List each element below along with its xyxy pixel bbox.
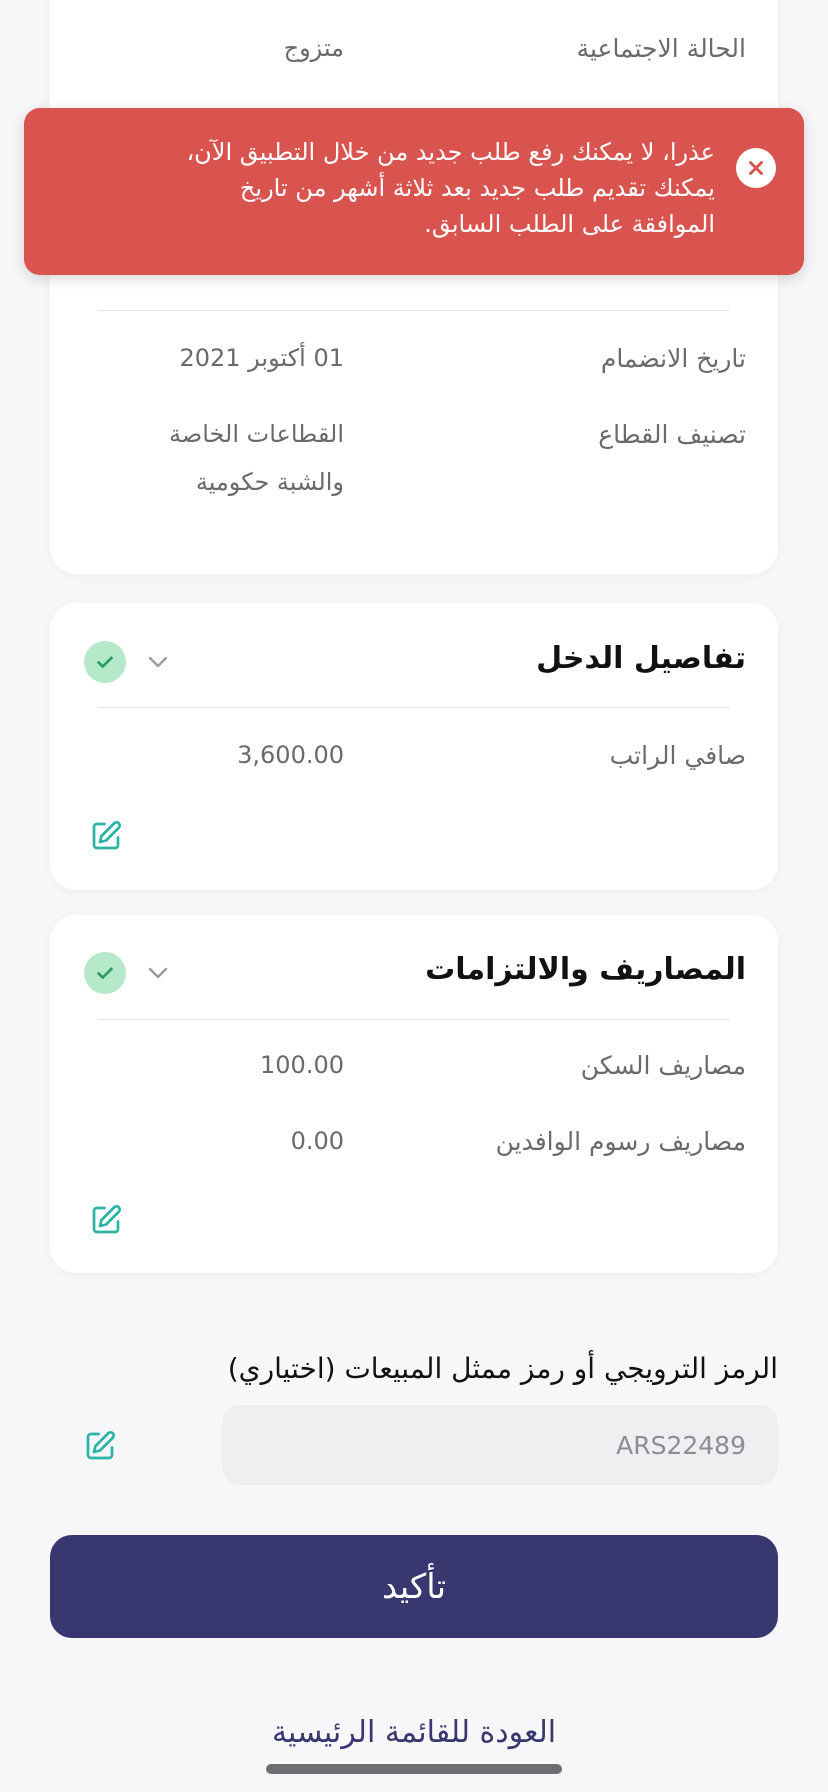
screen: الحالة الاجتماعية متزوج تاريخ الانضمام 0… (0, 0, 828, 1792)
error-toast: عذرا، لا يمكنك رفع طلب جديد من خلال التط… (24, 108, 804, 275)
net-salary-label: صافي الراتب (609, 741, 746, 770)
housing-expenses-label: مصاريف السكن (580, 1051, 746, 1080)
confirm-button[interactable]: تأكيد (50, 1535, 778, 1638)
edit-icon[interactable] (86, 816, 126, 856)
join-date-label: تاريخ الانضمام (600, 344, 746, 373)
housing-expenses-value: 100.00 (260, 1051, 344, 1079)
close-icon[interactable] (736, 148, 776, 188)
home-indicator (266, 1764, 562, 1774)
check-icon (84, 952, 126, 994)
chevron-down-icon[interactable] (146, 650, 170, 674)
expenses-card-title: المصاريف والالتزامات (425, 952, 746, 987)
net-salary-value: 3,600.00 (237, 741, 344, 769)
income-card-title: تفاصيل الدخل (536, 641, 746, 676)
error-toast-line1: عذرا، لا يمكنك رفع طلب جديد من خلال التط… (186, 138, 715, 166)
marital-status-value: متزوج (283, 34, 344, 62)
expat-fees-label: مصاريف رسوم الوافدين (495, 1127, 746, 1156)
sector-value-line2: والشبة حكومية (195, 468, 344, 496)
join-date-value: 01 أكتوبر 2021 (179, 344, 344, 372)
check-icon (84, 641, 126, 683)
error-toast-message: عذرا، لا يمكنك رفع طلب جديد من خلال التط… (155, 134, 715, 242)
sector-value-line1: القطاعات الخاصة (168, 420, 344, 448)
personal-info-card: الحالة الاجتماعية متزوج تاريخ الانضمام 0… (50, 0, 778, 574)
sector-label: تصنيف القطاع (598, 420, 746, 449)
promo-code-input[interactable] (222, 1405, 778, 1485)
error-toast-line3: الموافقة على الطلب السابق. (424, 210, 715, 238)
promo-code-label: الرمز الترويجي أو رمز ممثل المبيعات (اخت… (227, 1352, 778, 1385)
marital-status-label: الحالة الاجتماعية (576, 34, 746, 63)
divider (98, 310, 730, 311)
back-to-main-menu-link[interactable]: العودة للقائمة الرئيسية (0, 1715, 828, 1750)
edit-icon[interactable] (80, 1426, 120, 1466)
error-toast-line2: يمكنك تقديم طلب جديد بعد ثلاثة أشهر من ت… (239, 174, 715, 202)
income-details-card: تفاصيل الدخل صافي الراتب 3,600.00 (50, 603, 778, 890)
expenses-card: المصاريف والالتزامات مصاريف السكن 100.00… (50, 915, 778, 1273)
divider (98, 707, 730, 708)
chevron-down-icon[interactable] (146, 961, 170, 985)
expat-fees-value: 0.00 (290, 1127, 344, 1155)
divider (98, 1019, 730, 1020)
edit-icon[interactable] (86, 1200, 126, 1240)
